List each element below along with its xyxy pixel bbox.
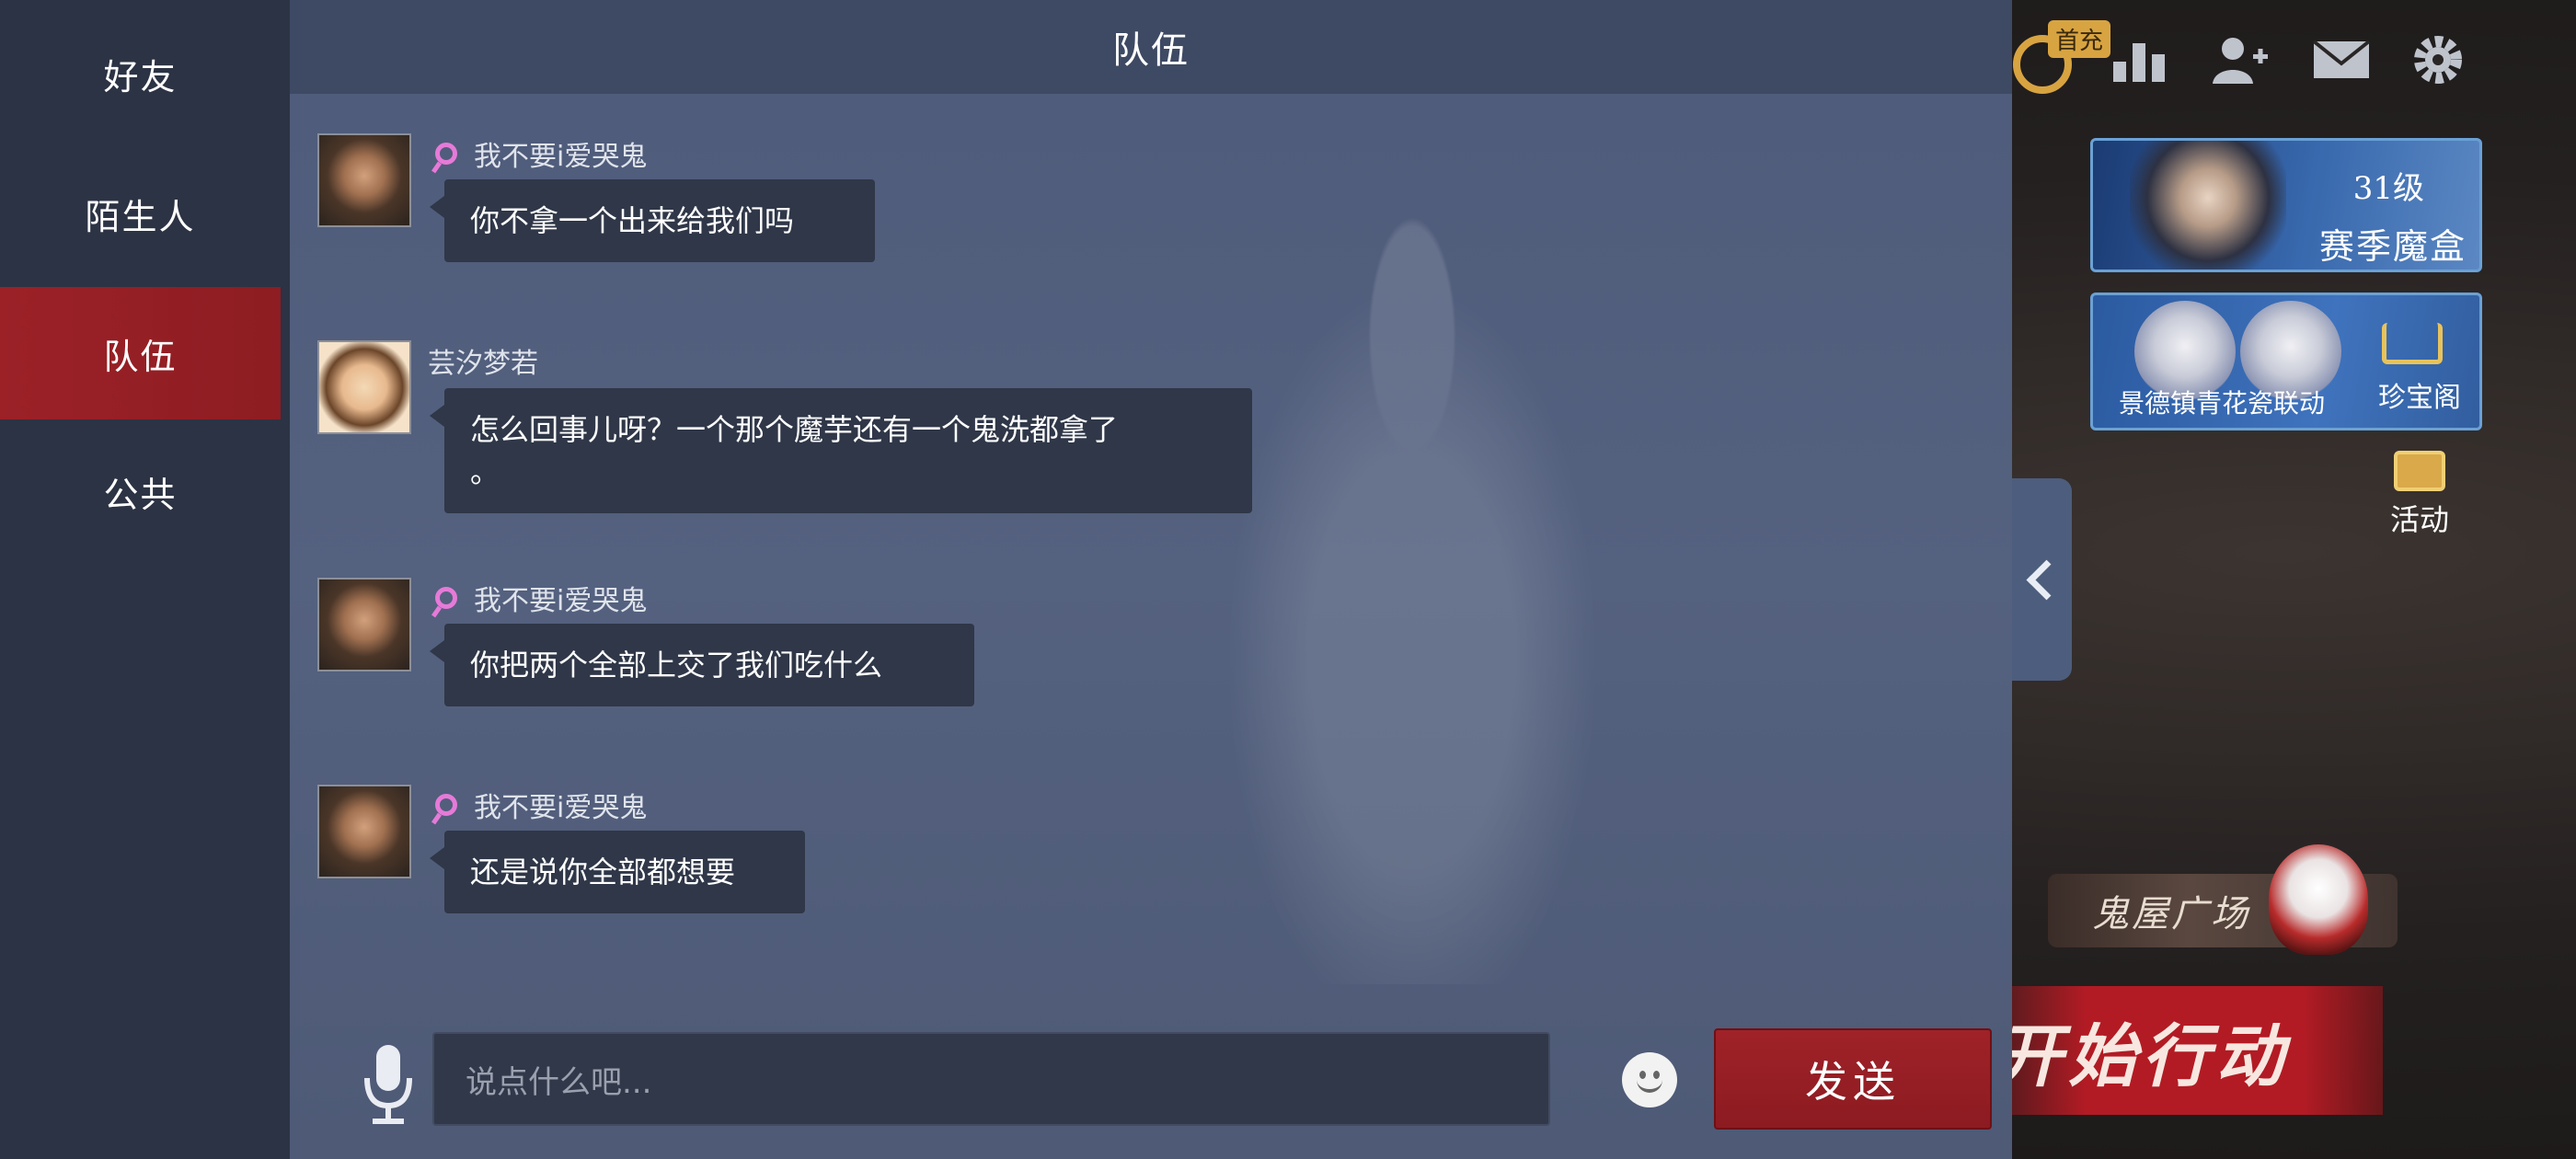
- chat-header: 队伍: [290, 0, 2012, 94]
- nav-item-team[interactable]: 队伍: [0, 287, 281, 419]
- start-action-button[interactable]: 开始行动: [1987, 986, 2383, 1115]
- treasure-label: 珍宝阁: [2378, 382, 2461, 414]
- chat-panel: 队伍 我不要i爱哭鬼 你不拿一个出来给我们吗 芸汐梦若 怎么回事儿呀？一个那个魔…: [290, 0, 2012, 1159]
- chat-channel-nav: 好友 陌生人 队伍 公共: [0, 0, 290, 1159]
- first-charge-button[interactable]: 首充: [2006, 18, 2111, 101]
- first-charge-label: 首充: [2048, 20, 2111, 58]
- sender-name-text: 我不要i爱哭鬼: [474, 585, 648, 617]
- send-button[interactable]: 发送: [1714, 1028, 1992, 1130]
- ranking-icon[interactable]: [2107, 28, 2171, 92]
- emoji-icon[interactable]: [1622, 1052, 1677, 1107]
- nav-item-label: 队伍: [103, 336, 178, 377]
- microphone-icon[interactable]: [356, 1039, 420, 1131]
- sender-name-text: 芸汐梦若: [428, 348, 538, 380]
- message-input-bar: 说点什么吧... 发送: [290, 1012, 2012, 1159]
- message-bubble: 还是说你全部都想要: [430, 831, 805, 913]
- avatar[interactable]: [317, 785, 411, 878]
- collab-event-banner[interactable]: 景德镇青花瓷联动 珍宝阁: [2090, 293, 2482, 430]
- sender-name-text: 我不要i爱哭鬼: [474, 141, 648, 173]
- nav-item-label: 公共: [103, 474, 178, 515]
- plaza-label: 鬼屋广场: [2092, 893, 2250, 935]
- clown-mask-icon: [2269, 844, 2368, 955]
- start-action-label: 开始行动: [1995, 1016, 2289, 1096]
- settings-gear-icon[interactable]: [2406, 28, 2470, 92]
- avatar[interactable]: [317, 133, 411, 227]
- mail-icon[interactable]: [2309, 28, 2374, 92]
- add-friend-icon[interactable]: [2208, 28, 2272, 92]
- message-bubble: 你不拿一个出来给我们吗: [430, 179, 875, 262]
- emoji-mouth: [1637, 1080, 1662, 1093]
- season-box-title: 赛季魔盒: [2318, 226, 2467, 267]
- nav-item-label: 好友: [103, 56, 178, 98]
- season-character-image: [2130, 141, 2286, 270]
- sender-name[interactable]: 我不要i爱哭鬼: [428, 578, 647, 618]
- collapse-chat-tab[interactable]: [2011, 478, 2072, 681]
- avatar[interactable]: [317, 578, 411, 671]
- activity-button[interactable]: 活动: [2374, 451, 2466, 539]
- treasure-icon: [2382, 323, 2443, 364]
- message-bubble: 怎么回事儿呀？一个那个魔芋还有一个鬼洗都拿了 。: [430, 388, 1252, 513]
- message-bubble: 你把两个全部上交了我们吃什么: [430, 624, 974, 706]
- sender-name[interactable]: 我不要i爱哭鬼: [428, 133, 647, 174]
- emoji-eye: [1653, 1071, 1660, 1079]
- magnifier-icon: [435, 587, 457, 609]
- activity-label: 活动: [2389, 502, 2449, 537]
- nav-item-strangers[interactable]: 陌生人: [0, 147, 281, 280]
- season-box-banner[interactable]: 31级 赛季魔盒: [2090, 138, 2482, 272]
- collab-title: 景德镇青花瓷联动: [2119, 388, 2326, 419]
- sender-name[interactable]: 我不要i爱哭鬼: [428, 785, 647, 825]
- season-level: 31级: [2352, 170, 2424, 207]
- sender-name[interactable]: 芸汐梦若: [428, 340, 538, 381]
- emoji-eye: [1639, 1071, 1646, 1079]
- nav-item-friends[interactable]: 好友: [0, 7, 281, 140]
- message-input-placeholder: 说点什么吧...: [466, 1063, 652, 1101]
- avatar[interactable]: [317, 340, 411, 434]
- activity-chest-icon: [2394, 451, 2445, 491]
- nav-item-public[interactable]: 公共: [0, 425, 281, 557]
- nav-item-label: 陌生人: [85, 196, 196, 237]
- chevron-left-icon: [2026, 559, 2066, 600]
- sender-name-text: 我不要i爱哭鬼: [474, 792, 648, 824]
- magnifier-icon: [435, 794, 457, 816]
- background-character-silhouette: [1173, 175, 1651, 984]
- chat-title: 队伍: [1112, 29, 1190, 72]
- message-input[interactable]: 说点什么吧...: [432, 1032, 1550, 1126]
- magnifier-icon: [435, 143, 457, 165]
